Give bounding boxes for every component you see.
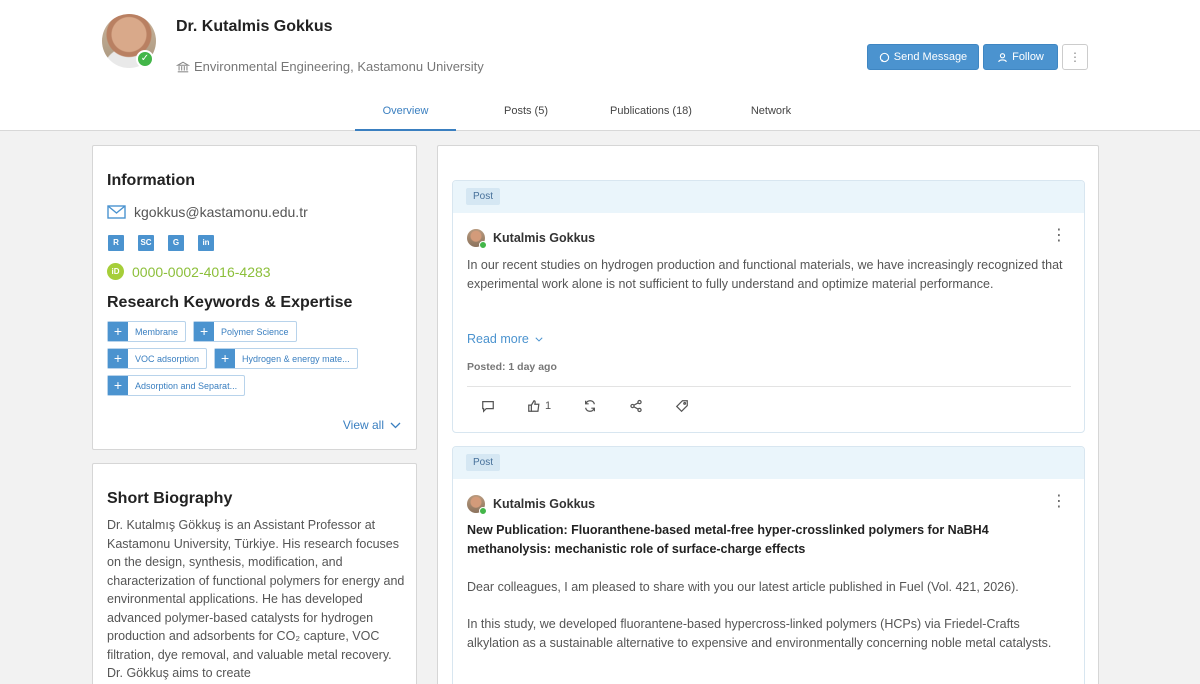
keyword-label: Adsorption and Separat... (135, 380, 238, 391)
profile-name: Dr. Kutalmis Gokkus (176, 18, 333, 35)
orcid-text: 0000-0002-4016-4283 (132, 263, 271, 280)
user-icon (998, 52, 1007, 62)
author-name: Kutalmis Gokkus (493, 497, 596, 511)
chevron-down-icon (535, 337, 543, 342)
tab-posts[interactable]: Posts (5) (456, 100, 596, 131)
email-text: kgokkus@kastamonu.edu.tr (134, 204, 308, 220)
read-more-label: Read more (467, 332, 529, 346)
information-title: Information (107, 172, 195, 189)
plus-icon: + (194, 322, 215, 341)
post-text: In our recent studies on hydrogen produc… (467, 258, 1063, 291)
author-avatar (467, 495, 487, 515)
read-more-link[interactable]: Read more (467, 332, 543, 346)
keyword-chip[interactable]: + Hydrogen & energy mate... (214, 348, 358, 369)
post-card: Post Kutalmis Gokkus ⋮ New Publication: … (452, 446, 1085, 684)
biography-title: Short Biography (107, 490, 233, 507)
comment-icon (482, 401, 494, 413)
linkedin-icon[interactable]: in (198, 235, 214, 251)
orcid-row[interactable]: iD 0000-0002-4016-4283 (107, 263, 271, 280)
post-header: Post (453, 181, 1084, 213)
post-divider (467, 386, 1071, 387)
chat-icon (879, 52, 889, 62)
comment-button[interactable] (481, 399, 495, 413)
social-links: R SC G in (108, 235, 214, 251)
tag-button[interactable] (675, 399, 689, 413)
like-count: 1 (545, 400, 552, 412)
information-panel: Information kgokkus@kastamonu.edu.tr R S… (92, 145, 417, 450)
share-icon (630, 399, 642, 413)
researchgate-icon[interactable]: R (108, 235, 124, 251)
post-timestamp: Posted: 1 day ago (467, 361, 557, 373)
online-dot-icon (479, 241, 487, 249)
view-all-label: View all (342, 418, 384, 432)
plus-icon: + (108, 349, 128, 368)
view-all-keywords-link[interactable]: View all (343, 418, 401, 432)
verified-check-icon: ✓ (136, 50, 154, 68)
online-dot-icon (479, 507, 487, 515)
keyword-label: Hydrogen & energy mate... (242, 353, 350, 364)
profile-header: ✓ Dr. Kutalmis Gokkus Environmental Engi… (0, 0, 1200, 131)
post-header: Post (453, 447, 1084, 479)
keywords-title: Research Keywords & Expertise (107, 294, 353, 311)
keyword-chip[interactable]: + VOC adsorption (107, 348, 208, 369)
profile-tabs: Overview Posts (5) Publications (18) Net… (355, 100, 836, 131)
profile-affiliation: Environmental Engineering, Kastamonu Uni… (176, 59, 484, 74)
share-button[interactable] (629, 399, 643, 413)
google-scholar-icon[interactable]: G (168, 235, 184, 251)
email-row[interactable]: kgokkus@kastamonu.edu.tr (107, 204, 308, 220)
send-message-label: Send Message (893, 51, 968, 63)
posts-feed: Post Kutalmis Gokkus ⋮ In our recent stu… (437, 145, 1099, 684)
like-button[interactable]: 1 (527, 399, 551, 413)
keyword-label: Membrane (135, 326, 179, 337)
keyword-label: Polymer Science (221, 326, 289, 337)
author-name: Kutalmis Gokkus (493, 231, 596, 245)
tab-overview[interactable]: Overview (355, 100, 456, 131)
post-menu-icon[interactable]: ⋮ (1051, 494, 1067, 510)
post-author[interactable]: Kutalmis Gokkus (467, 495, 596, 515)
orcid-icon: iD (107, 263, 124, 280)
send-message-button[interactable]: Send Message (867, 44, 979, 70)
scopus-icon[interactable]: SC (138, 235, 154, 251)
biography-panel: Short Biography Dr. Kutalmış Gökkuş is a… (92, 463, 417, 684)
biography-text: Dr. Kutalmış Gökkuş is an Assistant Prof… (107, 518, 405, 680)
post-author[interactable]: Kutalmis Gokkus (467, 229, 596, 249)
keyword-list: + Membrane + Polymer Science + VOC adsorpti… (107, 321, 397, 396)
mail-icon (107, 205, 126, 219)
plus-icon: + (215, 349, 236, 368)
post-paragraph: In this study, we developed fluorantene-… (467, 617, 1052, 650)
tab-network[interactable]: Network (706, 100, 836, 131)
post-paragraph: Dear colleagues, I am pleased to share w… (467, 580, 1019, 594)
keyword-chip[interactable]: + Membrane (107, 321, 187, 342)
kebab-icon: ⋮ (1069, 50, 1081, 64)
keyword-label: VOC adsorption (135, 353, 200, 364)
post-badge: Post (466, 188, 501, 205)
keyword-chip[interactable]: + Polymer Science (193, 321, 297, 342)
tag-icon (676, 400, 688, 413)
institution-icon (176, 61, 190, 72)
post-title[interactable]: New Publication: Fluoranthene-based meta… (467, 521, 1067, 559)
plus-icon: + (108, 376, 128, 395)
repost-icon (585, 400, 596, 412)
affiliation-text: Environmental Engineering, Kastamonu Uni… (194, 59, 484, 74)
post-badge: Post (466, 454, 501, 471)
chevron-down-icon (390, 422, 401, 428)
keyword-chip[interactable]: + Adsorption and Separat... (107, 375, 246, 396)
plus-icon: + (108, 322, 128, 341)
follow-label: Follow (1012, 51, 1044, 63)
post-card: Post Kutalmis Gokkus ⋮ In our recent stu… (452, 180, 1085, 433)
post-actions: 1 (481, 399, 689, 413)
post-menu-icon[interactable]: ⋮ (1051, 228, 1067, 244)
author-avatar (467, 229, 487, 249)
more-options-button[interactable]: ⋮ (1062, 44, 1088, 70)
thumbs-up-icon (528, 400, 540, 412)
follow-button[interactable]: Follow (983, 44, 1058, 70)
repost-button[interactable] (583, 399, 597, 413)
tab-publications[interactable]: Publications (18) (596, 100, 706, 131)
